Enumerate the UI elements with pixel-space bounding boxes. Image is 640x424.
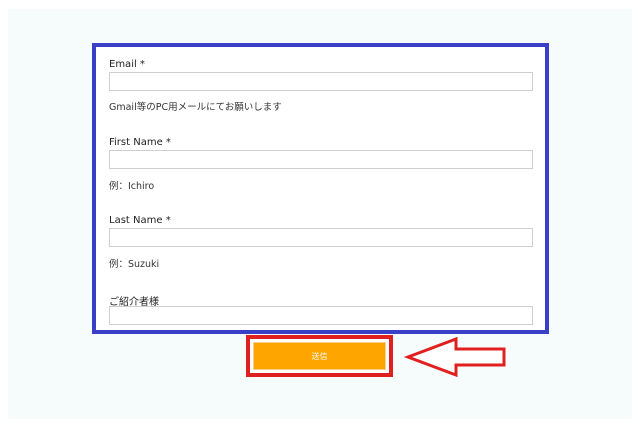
first-name-hint: 例：Ichiro (109, 181, 155, 192)
first-name-label: First Name * (109, 137, 171, 148)
first-name-field[interactable] (109, 150, 533, 169)
last-name-field[interactable] (109, 228, 533, 247)
email-field[interactable] (109, 72, 533, 91)
submit-highlight-frame: 送信 (246, 335, 393, 377)
last-name-label: Last Name * (109, 215, 171, 226)
signup-form: Email * Gmail等のPC用メールにてお願いします First Name… (92, 43, 549, 334)
email-hint: Gmail等のPC用メールにてお願いします (109, 102, 282, 113)
referrer-field[interactable] (109, 306, 533, 325)
email-label: Email * (109, 59, 145, 70)
arrow-left-icon (404, 337, 506, 378)
last-name-hint: 例：Suzuki (109, 259, 160, 270)
submit-button[interactable]: 送信 (253, 342, 386, 370)
